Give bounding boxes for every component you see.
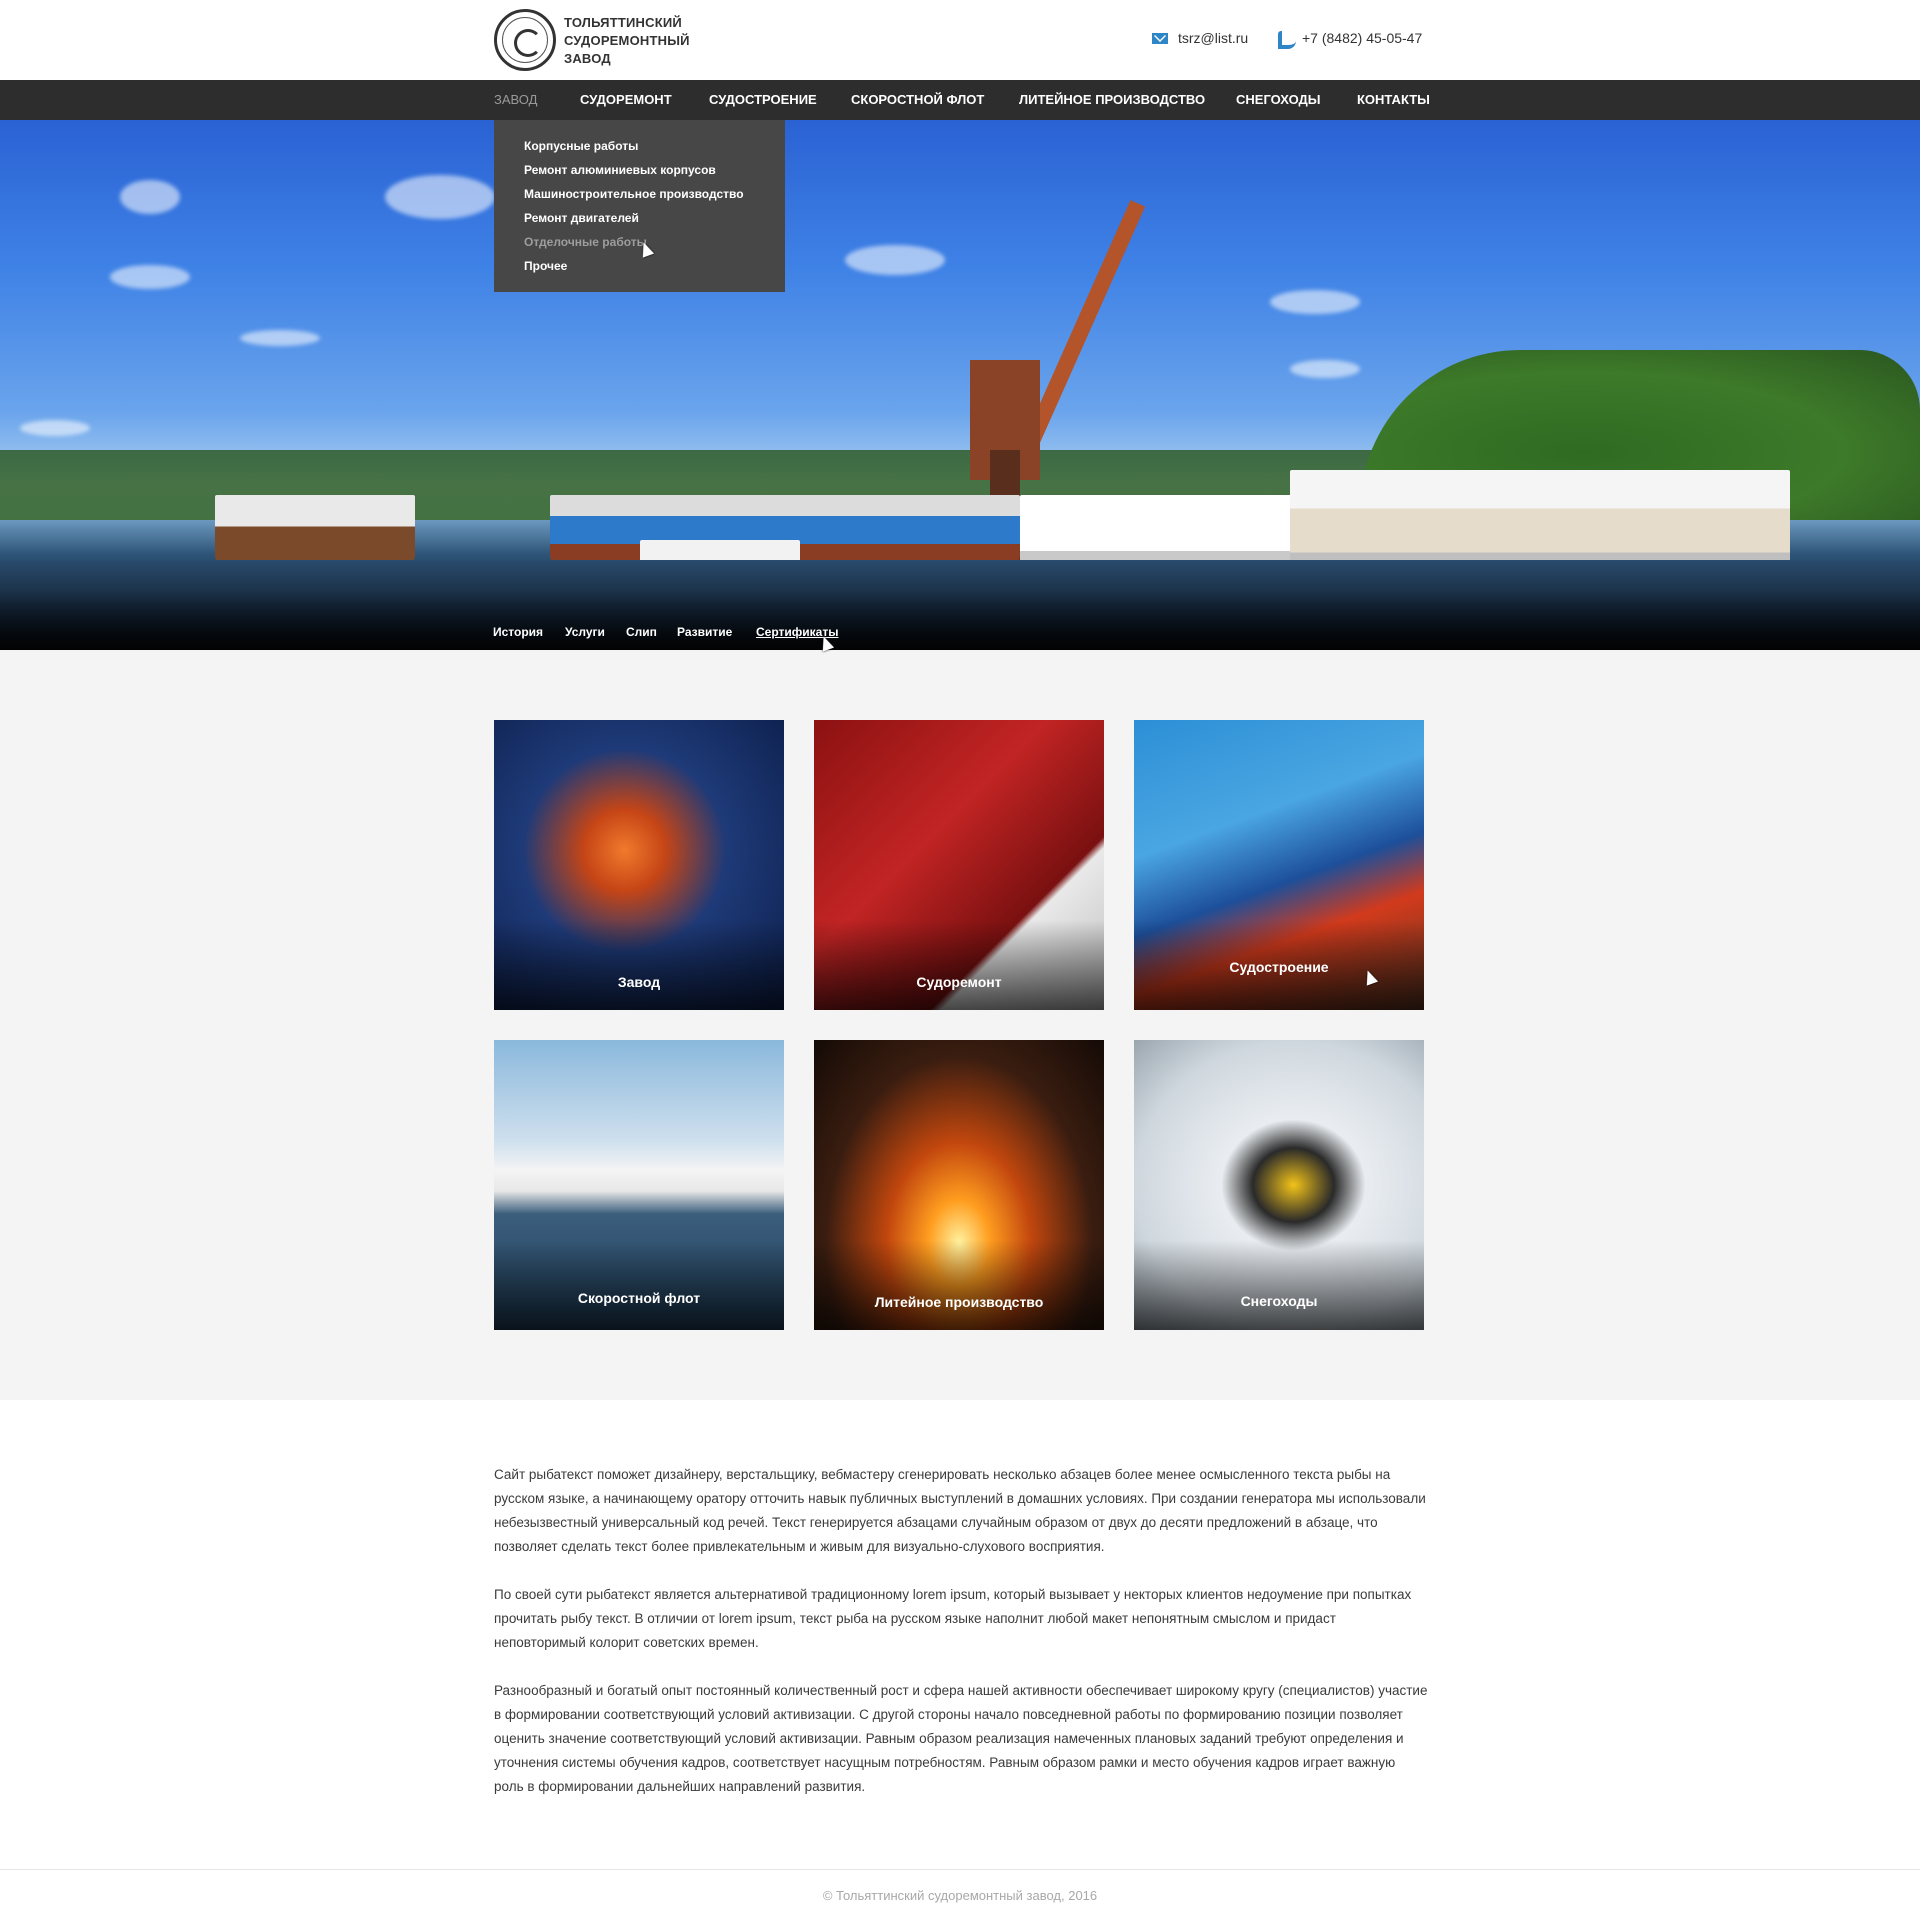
subnav-razvitie[interactable]: Развитие <box>677 625 732 639</box>
phone-number[interactable]: +7 (8482) 45-05-47 <box>1302 30 1422 46</box>
nav-item-sudoremont[interactable]: Судоремонт <box>580 80 672 120</box>
email-contact[interactable]: tsrz@list.ru <box>1152 30 1248 46</box>
cloud <box>1290 360 1360 378</box>
tile-shade <box>494 1240 784 1330</box>
tile-snegokhody[interactable]: Снегоходы <box>1134 1040 1424 1330</box>
main-nav: Завод Судоремонт Судостроение Скоростной… <box>0 80 1920 120</box>
hero-fade <box>0 590 1920 650</box>
dropdown-item-prochee[interactable]: Прочее <box>494 254 785 278</box>
footer-divider <box>0 1869 1920 1870</box>
nav-item-snegokhody[interactable]: Снегоходы <box>1236 80 1321 120</box>
dropdown-item-mashinostroitelnoe[interactable]: Машиностроительное производство <box>494 182 785 206</box>
hero-banner <box>0 120 1920 650</box>
tile-skorostnoy-flot[interactable]: Скоростной флот <box>494 1040 784 1330</box>
subnav-uslugi[interactable]: Услуги <box>565 625 605 639</box>
subnav-istoriya[interactable]: История <box>493 625 543 639</box>
phone-icon <box>1278 31 1296 49</box>
footer-copyright: © Тольяттинский судоремонтный завод, 201… <box>822 1888 1098 1903</box>
tile-shade <box>494 920 784 1010</box>
dropdown-item-dvigateli[interactable]: Ремонт двигателей <box>494 206 785 230</box>
phone-contact[interactable]: +7 (8482) 45-05-47 <box>1278 30 1422 49</box>
email-link[interactable]: tsrz@list.ru <box>1178 30 1248 46</box>
tile-shade <box>814 1240 1104 1330</box>
logo-text[interactable]: Тольяттинский судоремонтный завод <box>564 14 704 68</box>
cloud <box>1270 290 1360 314</box>
tile-liteynoe[interactable]: Литейное производство <box>814 1040 1104 1330</box>
tile-shade <box>814 920 1104 1010</box>
logo-line-1: Тольяттинский <box>564 15 682 30</box>
tile-label: Снегоходы <box>1240 1293 1318 1309</box>
tile-shade <box>1134 1240 1424 1330</box>
tile-zavod[interactable]: Завод <box>494 720 784 1010</box>
tile-label: Литейное производство <box>874 1294 1044 1310</box>
tile-label: Скоростной флот <box>577 1290 701 1306</box>
tile-label: Завод <box>617 974 661 990</box>
subnav-slip[interactable]: Слип <box>626 625 657 639</box>
dropdown-item-aluminum[interactable]: Ремонт алюминиевых корпусов <box>494 158 785 182</box>
tile-sudoremont[interactable]: Судоремонт <box>814 720 1104 1010</box>
nav-item-skorostnoy-flot[interactable]: Скоростной флот <box>851 80 984 120</box>
tile-label: Судоремонт <box>916 974 1002 990</box>
nav-item-sudostroenie[interactable]: Судостроение <box>709 80 817 120</box>
tile-sudostroenie[interactable]: Судостроение <box>1134 720 1424 1010</box>
paragraph: По своей сути рыбатекст является альтерн… <box>494 1587 1412 1650</box>
tanker-ship <box>215 495 415 565</box>
content-text: Сайт рыбатекст поможет дизайнеру, верста… <box>494 1463 1428 1823</box>
site-header: Тольяттинский судоремонтный завод tsrz@l… <box>0 0 1920 80</box>
cloud <box>845 245 945 275</box>
paragraph: Сайт рыбатекст поможет дизайнеру, верста… <box>494 1467 1426 1554</box>
cloud <box>110 265 190 289</box>
logo-line-3: завод <box>564 51 611 66</box>
logo-line-2: судоремонтный <box>564 33 690 48</box>
zavod-dropdown-menu: Корпусные работы Ремонт алюминиевых корп… <box>494 120 785 292</box>
dropdown-item-korpusnye[interactable]: Корпусные работы <box>494 134 785 158</box>
cloud <box>240 330 320 346</box>
cloud <box>120 180 180 214</box>
category-tiles-section: Завод Судоремонт Судостроение Скоростной… <box>0 650 1920 1400</box>
mail-icon <box>1152 32 1168 44</box>
nav-item-zavod[interactable]: Завод <box>494 80 537 120</box>
cloud <box>20 420 90 436</box>
nav-item-liteynoe[interactable]: Литейное производство <box>1019 80 1205 120</box>
logo-emblem-icon[interactable] <box>494 9 556 71</box>
cloud <box>385 175 495 219</box>
nav-item-kontakty[interactable]: Контакты <box>1357 80 1430 120</box>
tile-label: Судостроение <box>1229 959 1329 975</box>
paragraph: Разнообразный и богатый опыт постоянный … <box>494 1683 1428 1794</box>
